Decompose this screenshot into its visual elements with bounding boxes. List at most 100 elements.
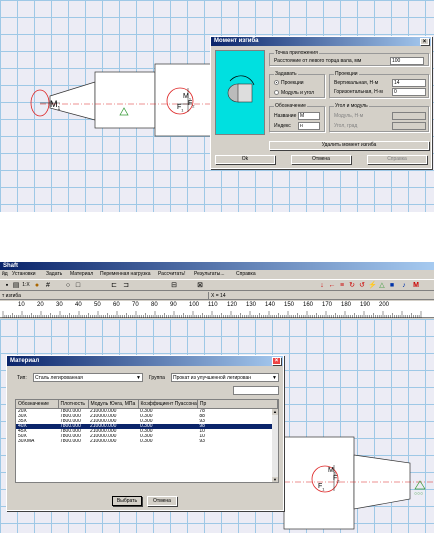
- app-title-bar: Shaft: [0, 262, 434, 270]
- ruler-label: 10: [18, 302, 25, 308]
- bottom-moment2-label: M1: [328, 467, 337, 476]
- col-strength[interactable]: Пр: [197, 400, 278, 409]
- ok-button[interactable]: Ok: [215, 155, 275, 164]
- radio-modulus-angle[interactable]: [274, 90, 279, 95]
- menu-item-2[interactable]: Задать: [46, 270, 62, 279]
- print-icon[interactable]: ▤: [12, 281, 20, 290]
- save-icon[interactable]: ▪: [3, 281, 11, 290]
- ruler-label: 110: [208, 302, 218, 308]
- shaft-step-icon[interactable]: ⊏: [110, 281, 118, 290]
- dialog-title: Момент изгиба: [214, 38, 259, 44]
- ruler-label: 120: [227, 302, 238, 308]
- ruler-label: 130: [246, 302, 257, 308]
- group-set: Задавать Проекции Модуль и угол: [269, 71, 325, 98]
- horizontal-input[interactable]: 0: [392, 88, 426, 96]
- support-icon[interactable]: △: [378, 281, 386, 290]
- ruler-label: 170: [322, 302, 333, 308]
- menu-bar: йд Установки Задать Материал Переменная …: [0, 270, 434, 279]
- app-window: Shaft йд Установки Задать Материал Перем…: [0, 262, 434, 533]
- ruler-label: 30: [56, 302, 63, 308]
- material-dialog: Материал × Тип: Сталь легированная ▼ Груп…: [6, 355, 284, 511]
- menu-item-6[interactable]: Результаты...: [194, 270, 225, 279]
- index-input[interactable]: н: [298, 122, 320, 130]
- table-cell: 93: [199, 439, 205, 444]
- close-button[interactable]: ×: [420, 38, 429, 45]
- cancel-button[interactable]: Отмена: [291, 155, 351, 164]
- radio-projections[interactable]: [274, 80, 279, 85]
- distributed-load-icon[interactable]: ≡: [338, 281, 346, 290]
- ruler-label: 90: [170, 302, 177, 308]
- col-designation[interactable]: Обозначение: [16, 400, 59, 409]
- material-icon[interactable]: ♪: [400, 281, 408, 290]
- group-apply-point: Точка приложения Расстояние от левого то…: [269, 50, 429, 66]
- bottom-force1-label: F1: [318, 483, 325, 492]
- table-row[interactable]: 30ХМА 7800.000 210000.000 0.300 93: [16, 439, 278, 444]
- cylinder-icon[interactable]: ⊐: [122, 281, 130, 290]
- type-label: Тип:: [17, 375, 27, 381]
- modulus-input: [392, 112, 426, 120]
- table-cell: 0.300: [140, 439, 153, 444]
- frame-icon[interactable]: □: [74, 281, 82, 290]
- top-canvas: M1 F1 F2 M1 Момент изгиба × Точка прилож…: [0, 0, 434, 212]
- menu-item-1[interactable]: Установки: [12, 270, 36, 279]
- hand-icon[interactable]: ●: [33, 281, 41, 290]
- zoom-icon[interactable]: ○: [64, 281, 72, 290]
- col-poisson[interactable]: Коэффициент Пуассона: [138, 400, 198, 409]
- bending-moment-dialog: Момент изгиба × Точка приложения Расстоя…: [210, 36, 432, 169]
- select-button[interactable]: Выбрать: [112, 496, 142, 506]
- status-coord: X = 14: [208, 292, 226, 300]
- delete-moment-button[interactable]: Удалить момент изгиба: [269, 141, 429, 150]
- ruler-label: 20: [37, 302, 44, 308]
- moment-icon[interactable]: ↻: [348, 281, 356, 290]
- groove-icon[interactable]: ⊟: [170, 281, 178, 290]
- table-cell: 7800.000: [60, 439, 81, 444]
- ruler-label: 190: [360, 302, 371, 308]
- type-select[interactable]: Сталь легированная ▼: [33, 373, 143, 382]
- key-icon[interactable]: ⊠: [196, 281, 204, 290]
- calc-icon[interactable]: M: [412, 281, 420, 290]
- cancel-button[interactable]: Отмена: [147, 496, 177, 506]
- grid-icon[interactable]: #: [44, 281, 52, 290]
- scroll-down-icon[interactable]: ▼: [272, 477, 278, 482]
- menu-item-0[interactable]: йд: [2, 270, 8, 279]
- col-young[interactable]: Модуль Юнга, МПа: [88, 400, 139, 409]
- vertical-label: Вертикальная, Н·м: [334, 80, 379, 86]
- menu-item-5[interactable]: Рассчитать!: [158, 270, 185, 279]
- toolbar: ▪ ▤ 1:X ● # ○ □ ⊏ ⊐ ⊟ ⊠ ↓ ← ≡ ↻ ↺ ⚡ △ ■ …: [0, 279, 434, 291]
- bottom-canvas: F1 F2 M1 ○○○ Материал × Тип: Сталь легир…: [0, 319, 434, 533]
- close-button[interactable]: ×: [272, 357, 281, 365]
- force-down-icon[interactable]: ↓: [318, 281, 326, 290]
- angle-input: [392, 122, 426, 130]
- menu-item-3[interactable]: Материал: [70, 270, 93, 279]
- ruler: 10 20 30 40 50 60 70 80 90 100 110 120 130 140 150 160 1…: [0, 301, 434, 318]
- scroll-up-icon[interactable]: ▲: [272, 409, 278, 415]
- ruler-label: 140: [265, 302, 276, 308]
- preview-image: [215, 50, 265, 135]
- chevron-down-icon: ▼: [272, 374, 277, 381]
- group-designation: Обозначение Название M Индекс н: [269, 103, 325, 132]
- ruler-label: 60: [113, 302, 120, 308]
- force-left-icon[interactable]: ←: [328, 281, 336, 290]
- scale-icon[interactable]: 1:X: [22, 281, 30, 290]
- status-bar: т изгиба X = 14: [0, 292, 434, 300]
- bearing-icon[interactable]: ■: [388, 281, 396, 290]
- name-input[interactable]: M: [298, 112, 320, 120]
- dialog-title-bar: Момент изгиба ×: [211, 37, 431, 46]
- chevron-down-icon: ▼: [136, 375, 141, 381]
- distance-input[interactable]: 100: [390, 57, 424, 65]
- support-bearings: ○○○: [414, 491, 424, 497]
- vertical-scrollbar[interactable]: ▲ ▼: [272, 409, 278, 482]
- col-density[interactable]: Плотность: [58, 400, 89, 409]
- group-select[interactable]: Прокат из улучшенной легирован ▼: [171, 373, 279, 382]
- flash-icon[interactable]: ⚡: [368, 281, 377, 290]
- torque-icon[interactable]: ↺: [358, 281, 366, 290]
- ruler-label: 50: [94, 302, 101, 308]
- top-moment-label: M1: [50, 99, 61, 112]
- menu-item-7[interactable]: Справка: [236, 270, 256, 279]
- top-moment2-label: M1: [183, 93, 192, 102]
- table-cell: 30ХМА: [18, 439, 35, 444]
- menu-item-4[interactable]: Переменная нагрузка: [100, 270, 151, 279]
- group-projections: Проекции Вертикальная, Н·м 14 Горизонтал…: [329, 71, 429, 98]
- vertical-input[interactable]: 14: [392, 79, 426, 87]
- search-input[interactable]: [233, 386, 279, 395]
